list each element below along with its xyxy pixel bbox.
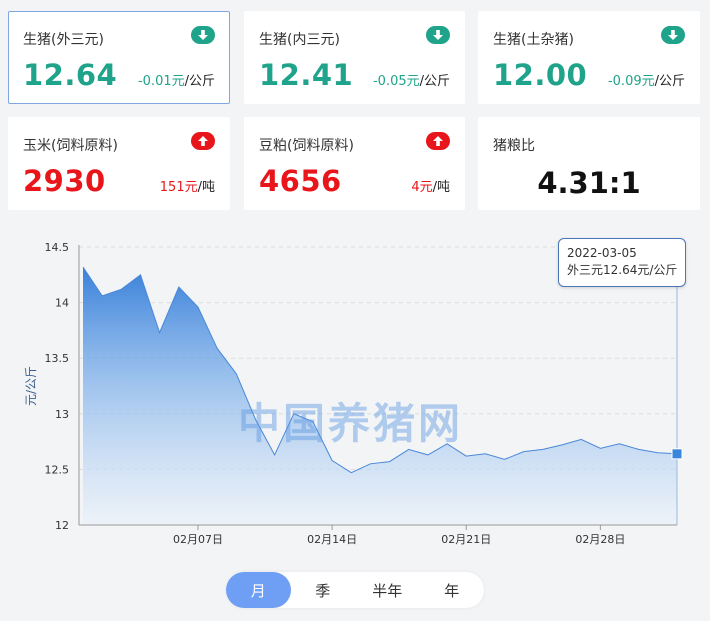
card-price: 12.00 (493, 58, 588, 92)
y-tick-label: 12 (55, 519, 69, 532)
card-label: 生猪(内三元) (259, 32, 340, 48)
card-pig-grain-ratio[interactable]: 猪粮比 4.31:1 (478, 117, 700, 210)
arrow-down-icon (661, 26, 685, 44)
card-label: 生猪(土杂猪) (493, 32, 574, 48)
card-price: 12.41 (259, 58, 354, 92)
tab-year[interactable]: 年 (420, 572, 485, 608)
pig-grain-ratio-value: 4.31:1 (537, 166, 641, 200)
arrow-down-icon (426, 26, 450, 44)
card-change: -0.05元/公斤 (372, 74, 450, 89)
tab-quarter[interactable]: 季 (291, 572, 356, 608)
y-tick-label: 13.5 (45, 352, 70, 365)
period-tabs: 月 季 半年 年 (226, 572, 484, 608)
x-tick-label: 02月21日 (441, 533, 491, 546)
card-soybean-meal[interactable]: 豆粕(饲料原料) 4656 4元/吨 (244, 117, 465, 210)
y-axis-label: 元/公斤 (24, 366, 38, 406)
card-label: 生猪(外三元) (23, 32, 104, 48)
card-price: 4656 (259, 164, 342, 198)
chart-tooltip: 2022-03-05 外三元12.64元/公斤 (558, 238, 686, 287)
card-label: 豆粕(饲料原料) (259, 138, 354, 154)
card-change: -0.09元/公斤 (607, 74, 685, 89)
card-label: 猪粮比 (493, 138, 535, 154)
arrow-up-icon (426, 132, 450, 150)
card-change: -0.01元/公斤 (137, 74, 215, 89)
tooltip-date: 2022-03-05 (567, 246, 637, 260)
hover-point-marker (671, 448, 683, 460)
y-tick-label: 13 (55, 408, 69, 421)
card-change: 151元/吨 (159, 180, 215, 195)
card-price: 12.64 (23, 58, 118, 92)
card-pig-neisanyuan[interactable]: 生猪(内三元) 12.41 -0.05元/公斤 (244, 11, 465, 104)
card-corn[interactable]: 玉米(饲料原料) 2930 151元/吨 (8, 117, 230, 210)
x-tick-label: 02月28日 (575, 533, 625, 546)
x-tick-label: 02月07日 (173, 533, 223, 546)
arrow-up-icon (191, 132, 215, 150)
card-label: 玉米(饲料原料) (23, 138, 118, 154)
card-change: 4元/吨 (411, 180, 450, 195)
tooltip-value: 外三元12.64元/公斤 (567, 263, 678, 277)
y-tick-label: 14.5 (45, 241, 70, 254)
arrow-down-icon (191, 26, 215, 44)
y-tick-label: 12.5 (45, 463, 70, 476)
tab-half-year[interactable]: 半年 (355, 572, 420, 608)
y-tick-label: 14 (55, 297, 69, 310)
card-pig-tuzazhu[interactable]: 生猪(土杂猪) 12.00 -0.09元/公斤 (478, 11, 700, 104)
watermark: 中国养猪网 (238, 399, 464, 448)
x-tick-label: 02月14日 (307, 533, 357, 546)
card-price: 2930 (23, 164, 106, 198)
card-pig-waisanyuan[interactable]: 生猪(外三元) 12.64 -0.01元/公斤 (8, 11, 230, 104)
tab-month[interactable]: 月 (226, 572, 291, 608)
